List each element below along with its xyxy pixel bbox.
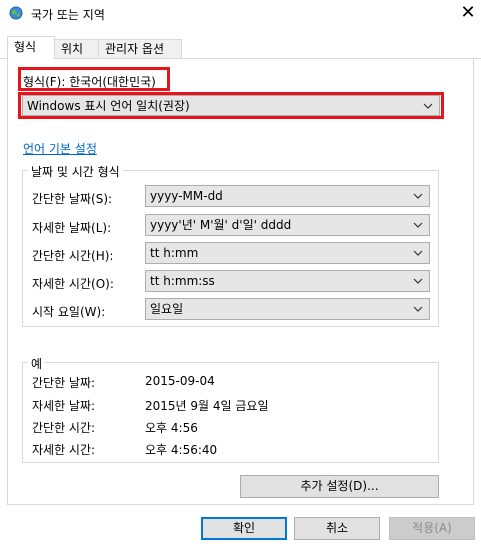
format-dropdown[interactable]: Windows 표시 언어 일치(권장) [22,95,440,116]
long-date-dropdown[interactable]: yyyy'년' M'월' d'일' dddd [145,214,430,236]
apply-button[interactable]: 적용(A) [389,517,475,540]
long-time-value: tt h:mm:ss [150,274,215,288]
short-time-dropdown[interactable]: tt h:mm [145,242,430,264]
example-long-date-value: 2015년 9월 4일 금요일 [145,399,269,413]
first-day-dropdown[interactable]: 일요일 [145,298,430,320]
example-long-date-label: 자세한 날짜: [32,399,96,413]
long-date-label: 자세한 날짜(L): [32,221,112,235]
additional-settings-button[interactable]: 추가 설정(D)... [240,475,439,498]
date-time-format-group-title: 날짜 및 시간 형식 [28,163,123,180]
chevron-down-icon [413,186,423,214]
example-long-time-value: 오후 4:56:40 [145,443,218,457]
tab-location[interactable]: 위치 [54,39,99,58]
format-label: 형식(F): 한국어(대한민국) [23,75,156,89]
example-short-date-value: 2015-09-04 [145,374,215,388]
short-time-value: tt h:mm [150,246,199,260]
example-long-time-label: 자세한 시간: [32,443,96,457]
chevron-down-icon [413,243,423,271]
short-date-dropdown[interactable]: yyyy-MM-dd [145,185,430,207]
short-date-value: yyyy-MM-dd [150,189,223,203]
ok-button[interactable]: 확인 [201,517,287,540]
long-time-label: 자세한 시간(O): [32,277,114,291]
chevron-down-icon [413,215,423,243]
short-date-label: 간단한 날짜(S): [32,192,113,206]
long-time-dropdown[interactable]: tt h:mm:ss [145,270,430,292]
language-settings-link[interactable]: 언어 기본 설정 [23,140,97,157]
example-short-time-value: 오후 4:56 [145,421,198,435]
first-day-value: 일요일 [150,302,184,316]
window-title: 국가 또는 지역 [31,8,105,22]
example-group-title: 예 [28,355,46,372]
chevron-down-icon [413,271,423,299]
close-icon[interactable]: ✕ [458,2,478,24]
tab-format[interactable]: 형식 [7,36,55,59]
example-short-time-label: 간단한 시간: [32,421,96,435]
example-short-date-label: 간단한 날짜: [32,376,96,390]
globe-icon [9,6,23,20]
tab-administrative[interactable]: 관리자 옵션 [98,39,182,58]
chevron-down-icon [423,96,433,124]
first-day-label: 시작 요일(W): [32,305,106,319]
cancel-button[interactable]: 취소 [294,517,380,540]
format-dropdown-value: Windows 표시 언어 일치(권장) [27,99,190,113]
chevron-down-icon [413,299,423,327]
long-date-value: yyyy'년' M'월' d'일' dddd [150,218,292,232]
short-time-label: 간단한 시간(H): [32,249,114,263]
